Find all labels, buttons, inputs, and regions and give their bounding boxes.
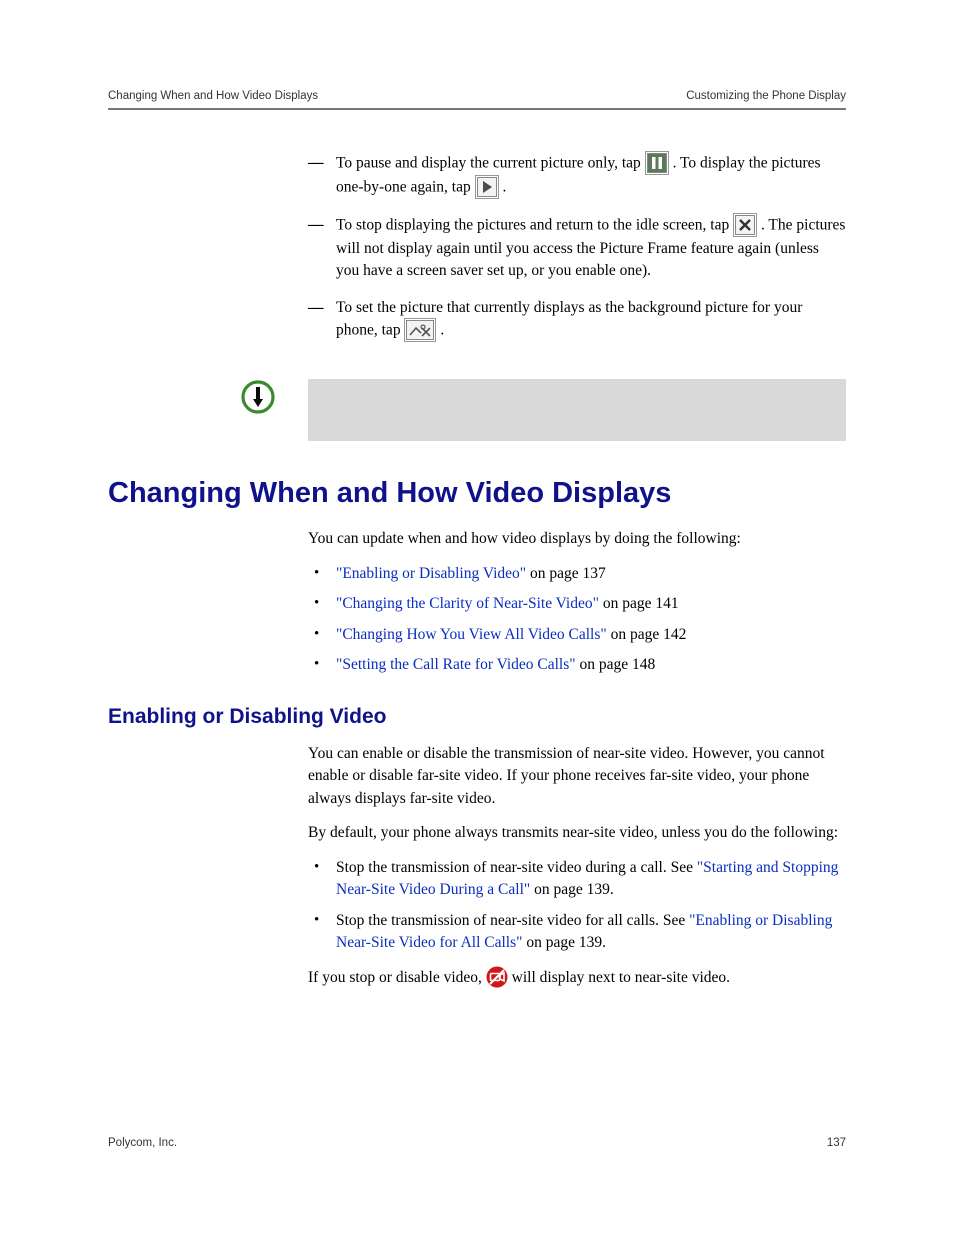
page: Changing When and How Video Displays Cus…	[0, 0, 954, 1235]
intro-paragraph: You can update when and how video displa…	[308, 528, 846, 550]
enable-list: Stop the transmission of near-site video…	[308, 857, 846, 955]
video-stopped-icon	[486, 966, 508, 988]
text: on page 139.	[522, 934, 606, 951]
toc-list: "Enabling or Disabling Video" on page 13…	[308, 563, 846, 677]
play-icon	[475, 175, 499, 199]
note-callout	[240, 379, 846, 441]
header-right: Customizing the Phone Display	[686, 90, 846, 102]
text: on page 141	[599, 595, 679, 612]
footer-page-number: 137	[827, 1137, 846, 1149]
item-pause: To pause and display the current picture…	[308, 152, 846, 200]
paragraph: You can enable or disable the transmissi…	[308, 743, 846, 810]
text: Stop the transmission of near-site video…	[336, 912, 689, 929]
item-background: To set the picture that currently displa…	[308, 297, 846, 343]
list-item: Stop the transmission of near-site video…	[308, 910, 846, 955]
note-icon	[240, 379, 308, 441]
note-body	[308, 379, 846, 441]
text: If you stop or disable video,	[308, 969, 486, 986]
link-enable-disable-video[interactable]: "Enabling or Disabling Video"	[336, 565, 526, 582]
text: To stop displaying the pictures and retu…	[336, 217, 733, 234]
header-left: Changing When and How Video Displays	[108, 90, 318, 102]
set-background-icon	[404, 318, 436, 342]
text: Stop the transmission of near-site video…	[336, 859, 697, 876]
heading-2: Enabling or Disabling Video	[108, 705, 846, 729]
item-stop: To stop displaying the pictures and retu…	[308, 214, 846, 283]
pause-icon	[645, 151, 669, 175]
paragraph: If you stop or disable video, will displ…	[308, 967, 846, 989]
link-call-rate[interactable]: "Setting the Call Rate for Video Calls"	[336, 656, 576, 673]
footer-company: Polycom, Inc.	[108, 1137, 177, 1149]
link-view-all-video-calls[interactable]: "Changing How You View All Video Calls"	[336, 626, 607, 643]
text: To pause and display the current picture…	[336, 155, 645, 172]
list-item: Stop the transmission of near-site video…	[308, 857, 846, 902]
toc-item: "Setting the Call Rate for Video Calls" …	[308, 654, 846, 676]
text: on page 142	[607, 626, 687, 643]
text: on page 139.	[530, 881, 614, 898]
toc-item: "Changing the Clarity of Near-Site Video…	[308, 593, 846, 615]
paragraph: By default, your phone always transmits …	[308, 822, 846, 844]
running-header: Changing When and How Video Displays Cus…	[108, 90, 846, 110]
heading-1: Changing When and How Video Displays	[108, 477, 846, 510]
text: will display next to near-site video.	[512, 969, 730, 986]
text: on page 148	[576, 656, 656, 673]
text: on page 137	[526, 565, 606, 582]
close-icon	[733, 213, 757, 237]
toc-item: "Changing How You View All Video Calls" …	[308, 624, 846, 646]
text: .	[502, 179, 506, 196]
text: .	[440, 322, 444, 339]
continued-list: To pause and display the current picture…	[308, 152, 846, 343]
link-clarity-near-site[interactable]: "Changing the Clarity of Near-Site Video…	[336, 595, 599, 612]
page-footer: Polycom, Inc. 137	[108, 1137, 846, 1149]
toc-item: "Enabling or Disabling Video" on page 13…	[308, 563, 846, 585]
